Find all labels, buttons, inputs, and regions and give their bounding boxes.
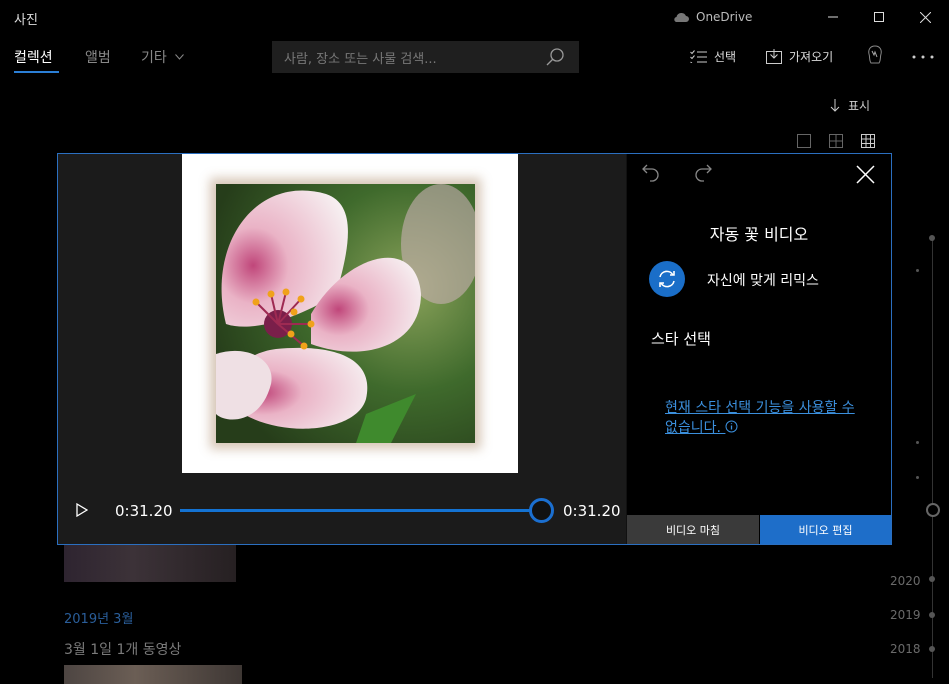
cloud-icon [674, 12, 689, 22]
select-label: 선택 [714, 50, 737, 64]
remix-button[interactable] [649, 261, 685, 297]
arrow-down-icon [830, 99, 840, 112]
photo-thumbnail[interactable] [64, 540, 236, 582]
play-icon[interactable] [76, 503, 88, 517]
maximize-icon [874, 12, 884, 22]
tab-more[interactable]: 기타 [141, 47, 184, 67]
small-tiles-icon[interactable] [861, 134, 875, 148]
import-label: 가져오기 [789, 50, 834, 64]
side-panel [627, 154, 891, 544]
medium-tiles-icon[interactable] [829, 134, 843, 148]
progress-bar[interactable] [180, 509, 538, 512]
star-unavailable-link[interactable]: 현재 스타 선택 기능을 사용할 수 없습니다. [665, 398, 865, 438]
finish-video-button[interactable]: 비디오 마침 [627, 515, 759, 544]
refresh-icon [659, 270, 675, 288]
timeline-marker [929, 235, 935, 241]
panel-title: 자동 꽃 비디오 [709, 225, 809, 244]
progress-thumb[interactable] [529, 498, 554, 523]
app-title: 사진 [14, 13, 38, 28]
onedrive-label: OneDrive [696, 10, 753, 24]
onedrive-status[interactable]: OneDrive [672, 10, 752, 24]
search-icon[interactable] [545, 47, 565, 67]
timeline-marker [916, 476, 919, 479]
tab-collection[interactable]: 컬렉션 [14, 47, 53, 67]
large-tiles-icon[interactable] [797, 134, 811, 148]
view-button[interactable]: 표시 [830, 97, 870, 114]
star-note-text: 현재 스타 선택 기능을 사용할 수 없습니다. [665, 400, 855, 436]
redo-icon[interactable] [691, 163, 713, 185]
tab-albums[interactable]: 앨범 [85, 47, 111, 67]
timeline-thumb[interactable] [926, 503, 940, 517]
minimize-icon [828, 16, 838, 18]
close-icon [919, 11, 931, 23]
checklist-icon [690, 50, 707, 63]
info-icon [725, 420, 738, 433]
current-time: 0:31.20 [115, 502, 173, 520]
more-options-icon[interactable] [912, 55, 934, 59]
edit-video-button[interactable]: 비디오 편집 [760, 515, 891, 544]
close-icon[interactable] [856, 165, 875, 184]
video-thumbnail[interactable] [64, 665, 242, 684]
day-label: 3월 1일 1개 동영상 [64, 642, 182, 658]
timeline-year[interactable]: 2020 [890, 574, 921, 588]
timeline-marker [929, 612, 935, 618]
tab-more-label: 기타 [141, 50, 167, 66]
close-window-button[interactable] [902, 0, 948, 34]
timeline-year[interactable]: 2019 [890, 608, 921, 622]
timeline-marker [929, 576, 935, 582]
flower-image [216, 184, 475, 443]
undo-icon[interactable] [641, 163, 663, 185]
chevron-down-icon [174, 54, 184, 60]
select-button[interactable]: 선택 [690, 48, 736, 65]
timeline-marker [916, 269, 919, 272]
timeline-marker [929, 646, 935, 652]
avatar[interactable] [866, 45, 884, 65]
import-button[interactable]: 가져오기 [766, 48, 833, 65]
star-heading: 스타 선택 [651, 330, 711, 348]
timeline-year[interactable]: 2018 [890, 642, 921, 656]
month-heading[interactable]: 2019년 3월 [64, 608, 133, 627]
maximize-button[interactable] [856, 0, 902, 34]
minimize-button[interactable] [810, 0, 856, 34]
search-input[interactable]: 사람, 장소 또는 사물 검색... [284, 48, 437, 67]
total-time: 0:31.20 [563, 502, 621, 520]
active-tab-indicator [14, 71, 59, 73]
remix-label[interactable]: 자신에 맞게 리믹스 [707, 270, 819, 290]
view-label: 표시 [848, 99, 871, 113]
import-icon [766, 49, 782, 64]
timeline-marker [916, 441, 919, 444]
